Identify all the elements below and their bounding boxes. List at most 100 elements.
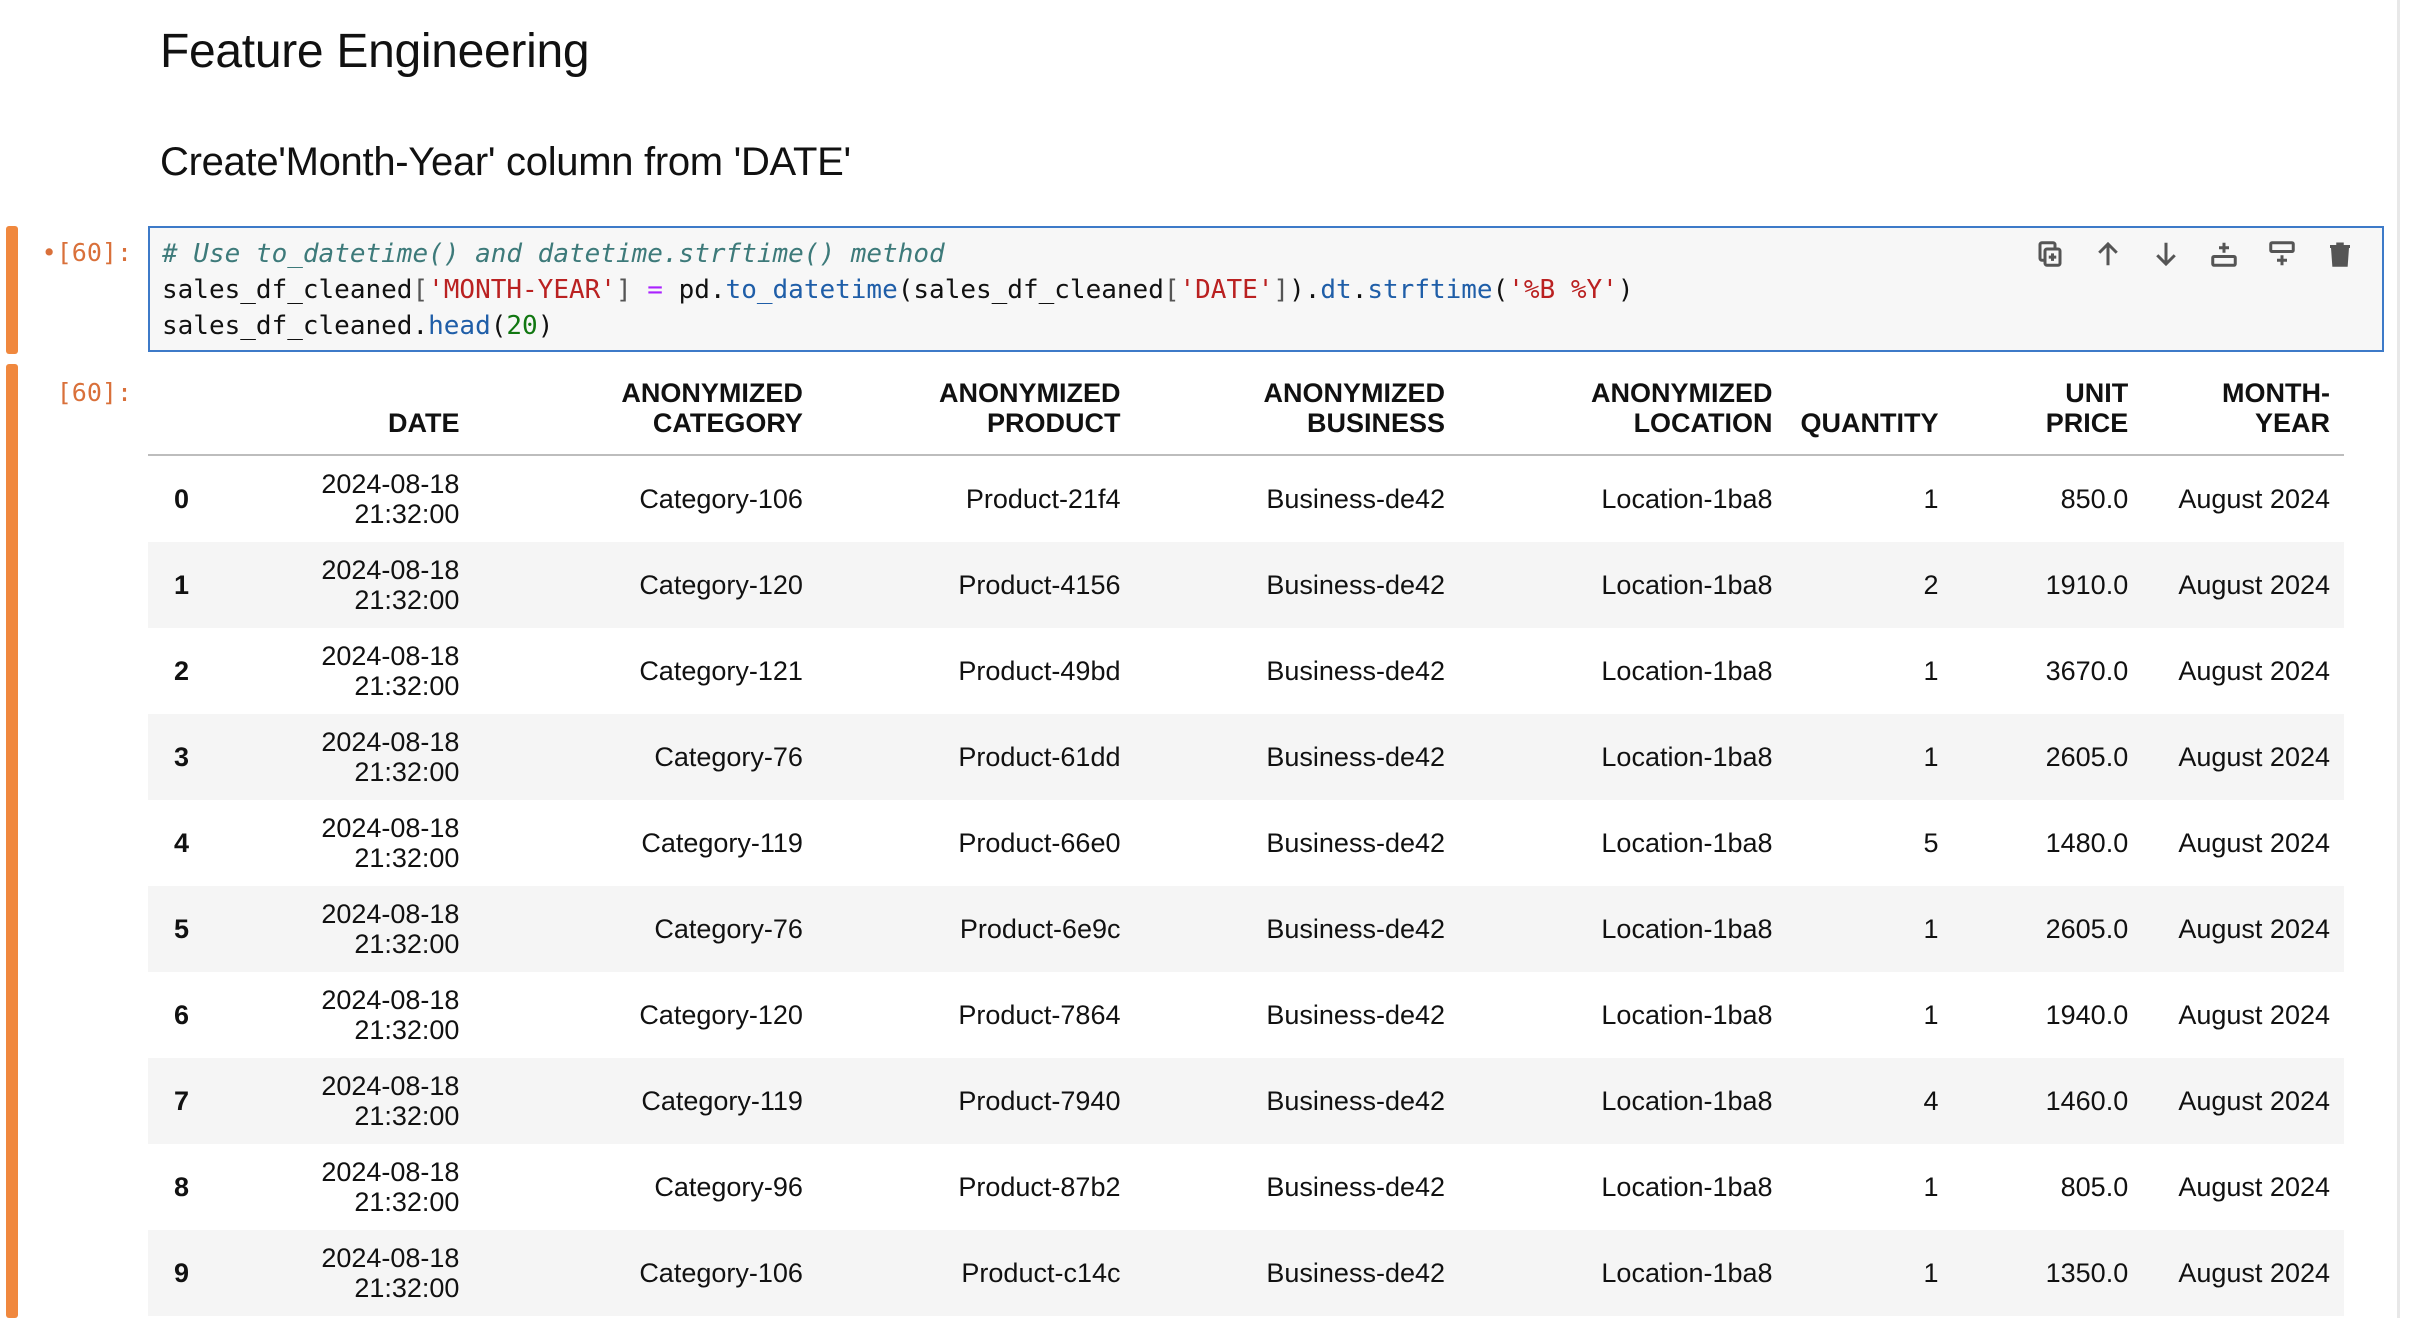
cell-month-year: August 2024: [2178, 656, 2330, 686]
delete-icon[interactable]: [2322, 236, 2358, 272]
header-category: ANONYMIZED CATEGORY: [473, 364, 817, 456]
cell-unit-price: 2605.0: [1952, 714, 2143, 800]
cell-product: Product-61dd: [816, 714, 1135, 800]
dataframe-table: DATE ANONYMIZED CATEGORY ANONYMIZED PRODUC…: [148, 364, 2344, 1316]
cell-date: 2024-08-18 21:32:00: [237, 886, 474, 972]
cell-location: Location-1ba8: [1601, 1000, 1773, 1030]
cell-month-year: August 2024: [2142, 714, 2344, 800]
header-date: DATE: [237, 364, 474, 456]
cell-month-year: August 2024: [2178, 828, 2330, 858]
table-row: 3 2024-08-18 21:32:00 Category-76 Product-61…: [148, 714, 2344, 800]
cell-business: Business-de42: [1134, 886, 1460, 972]
code-line-3: sales_df_cleaned.head(20): [162, 311, 554, 341]
cell-unit-price: 1350.0: [1952, 1230, 2143, 1316]
cell-month-year: August 2024: [2178, 484, 2330, 514]
cell-category: Category-76: [473, 714, 817, 800]
cell-unit-price: 850.0: [2060, 484, 2129, 514]
header-unit-price: UNIT PRICE: [1952, 364, 2143, 456]
row-index: 0: [174, 484, 190, 514]
cell-quantity: 1: [1786, 886, 1953, 972]
unsaved-indicator: •: [41, 238, 57, 267]
row-index: 4: [174, 828, 190, 858]
cell-product: Product-21f4: [965, 484, 1121, 514]
cell-date: 2024-08-18 21:32:00: [321, 813, 460, 873]
cell-quantity: 5: [1923, 828, 1939, 858]
scrollbar[interactable]: [2397, 0, 2400, 1318]
duplicate-icon[interactable]: [2032, 236, 2068, 272]
cell-location: Location-1ba8: [1601, 1172, 1773, 1202]
input-prompt: •[60]:: [32, 238, 132, 267]
table-row: 7 2024-08-18 21:32:00 Category-119 Product-7…: [148, 1058, 2344, 1144]
markdown-heading-feature-engineering: Feature Engineering: [160, 25, 590, 78]
table-row: 1 2024-08-18 21:32:00 Category-120 Product-4…: [148, 542, 2344, 628]
cell-category: Category-119: [641, 828, 803, 858]
cell-business: Business-de42: [1134, 1058, 1460, 1144]
row-index: 6: [174, 1000, 190, 1030]
cell-collapser-output[interactable]: [6, 364, 18, 1318]
move-up-icon[interactable]: [2090, 236, 2126, 272]
cell-month-year: August 2024: [2178, 1000, 2330, 1030]
cell-category: Category-106: [473, 1230, 817, 1316]
notebook-page: Feature Engineering Create'Month-Year' c…: [0, 0, 2418, 1318]
cell-unit-price: 1460.0: [1952, 1058, 2143, 1144]
row-index: 1: [148, 542, 238, 628]
header-row: DATE ANONYMIZED CATEGORY ANONYMIZED PRODUC…: [148, 364, 2344, 456]
cell-date: 2024-08-18 21:32:00: [321, 1157, 460, 1217]
row-index: 9: [148, 1230, 238, 1316]
table-row: 4 2024-08-18 21:32:00 Category-119 Product-6…: [148, 800, 2344, 886]
dataframe-output: DATE ANONYMIZED CATEGORY ANONYMIZED PRODUC…: [148, 364, 2344, 1316]
cell-business: Business-de42: [1266, 828, 1446, 858]
code-comment: # Use to_datetime() and datetime.strftim…: [162, 239, 945, 269]
input-prompt-label: [60]:: [56, 238, 132, 267]
move-down-icon[interactable]: [2148, 236, 2184, 272]
cell-quantity: 1: [1923, 656, 1939, 686]
cell-product: Product-7864: [958, 1000, 1121, 1030]
cell-location: Location-1ba8: [1459, 542, 1787, 628]
table-row: 2 2024-08-18 21:32:00 Category-121 Product-4…: [148, 628, 2344, 714]
cell-date: 2024-08-18 21:32:00: [237, 714, 474, 800]
cell-category: Category-76: [473, 886, 817, 972]
insert-below-icon[interactable]: [2264, 236, 2300, 272]
cell-collapser-input[interactable]: [6, 226, 18, 354]
cell-date: 2024-08-18 21:32:00: [321, 469, 460, 529]
cell-category: Category-120: [639, 1000, 803, 1030]
header-month-year: MONTH-YEAR: [2142, 364, 2344, 456]
header-quantity: QUANTITY: [1786, 364, 1953, 456]
row-index: 3: [148, 714, 238, 800]
cell-category: Category-119: [473, 1058, 817, 1144]
cell-category: Category-121: [639, 656, 803, 686]
cell-unit-price: 2605.0: [1952, 886, 2143, 972]
cell-month-year: August 2024: [2142, 1058, 2344, 1144]
cell-business: Business-de42: [1266, 656, 1446, 686]
cell-month-year: August 2024: [2142, 886, 2344, 972]
cell-month-year: August 2024: [2178, 1172, 2330, 1202]
cell-location: Location-1ba8: [1601, 656, 1773, 686]
cell-location: Location-1ba8: [1459, 714, 1787, 800]
table-row: 8 2024-08-18 21:32:00 Category-96 Product-87…: [148, 1144, 2344, 1230]
header-product: ANONYMIZED PRODUCT: [816, 364, 1135, 456]
cell-quantity: 1: [1923, 484, 1939, 514]
row-index: 8: [174, 1172, 190, 1202]
cell-business: Business-de42: [1266, 484, 1446, 514]
markdown-heading-create-month-year: Create'Month-Year' column from 'DATE': [160, 140, 851, 184]
cell-date: 2024-08-18 21:32:00: [321, 985, 460, 1045]
dataframe-body: 0 2024-08-18 21:32:00 Category-106 Product-2…: [148, 455, 2344, 1316]
cell-quantity: 4: [1786, 1058, 1953, 1144]
output-prompt: [60]:: [56, 378, 132, 407]
cell-month-year: August 2024: [2142, 542, 2344, 628]
cell-product: Product-c14c: [816, 1230, 1135, 1316]
insert-above-icon[interactable]: [2206, 236, 2242, 272]
cell-location: Location-1ba8: [1601, 828, 1773, 858]
cell-business: Business-de42: [1266, 1000, 1446, 1030]
table-row: 9 2024-08-18 21:32:00 Category-106 Product-c…: [148, 1230, 2344, 1316]
cell-category: Category-106: [639, 484, 803, 514]
row-index: 5: [148, 886, 238, 972]
cell-business: Business-de42: [1134, 542, 1460, 628]
cell-unit-price: 1940.0: [2045, 1000, 2129, 1030]
table-row: 0 2024-08-18 21:32:00 Category-106 Product-2…: [148, 455, 2344, 542]
cell-date: 2024-08-18 21:32:00: [237, 1230, 474, 1316]
cell-quantity: 2: [1786, 542, 1953, 628]
cell-quantity: 1: [1786, 714, 1953, 800]
cell-product: Product-6e9c: [816, 886, 1135, 972]
cell-location: Location-1ba8: [1459, 886, 1787, 972]
